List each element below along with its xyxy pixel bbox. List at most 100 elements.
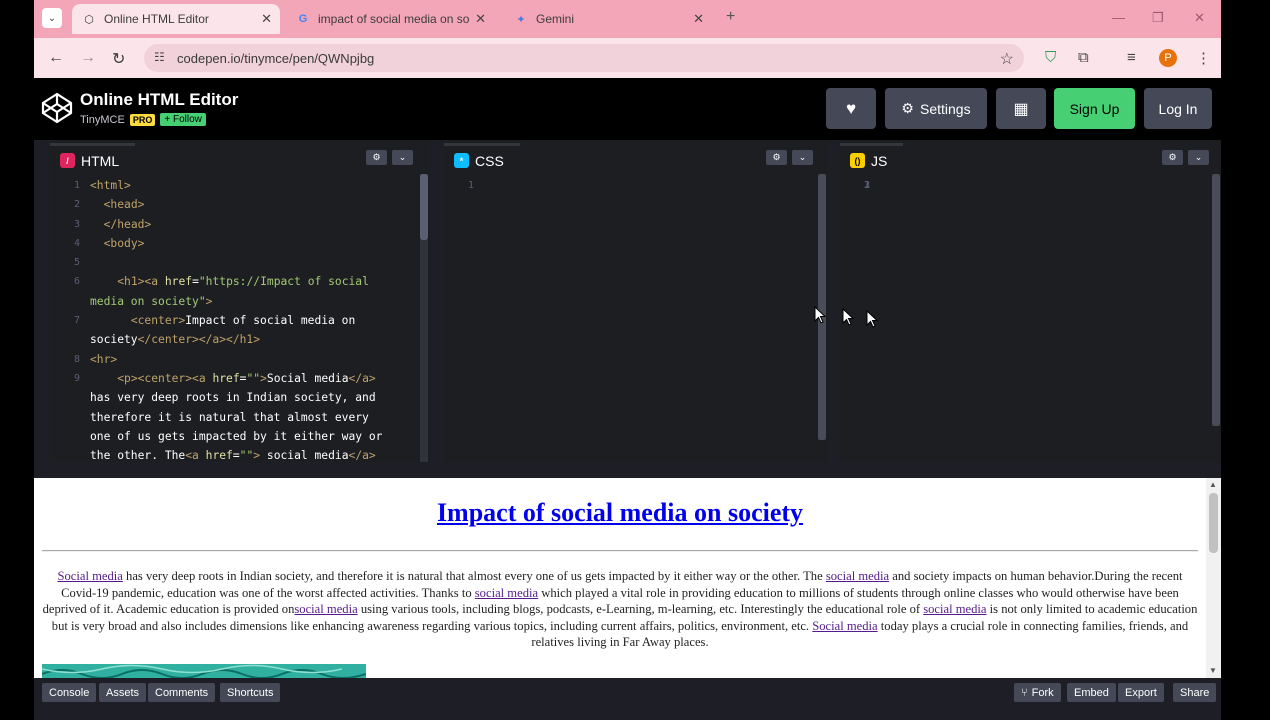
bookmark-star-icon[interactable]: ☆ — [1000, 49, 1014, 69]
forward-arrow-icon[interactable]: → — [80, 49, 96, 67]
js-code[interactable]: 1 2 3 — [840, 176, 1210, 462]
settings-button[interactable]: ⚙ Settings — [885, 88, 987, 129]
pane-collapse-chevron-icon[interactable]: ⌄ — [792, 150, 813, 165]
export-button[interactable]: Export — [1118, 683, 1164, 702]
restore-icon[interactable]: ❐ — [1152, 10, 1164, 26]
preview-frame: Impact of social media on society Social… — [34, 478, 1221, 678]
assets-button[interactable]: Assets — [99, 683, 147, 702]
tab-search-chevron-icon[interactable]: ⌄ — [42, 8, 62, 28]
css-editor-pane: * CSS ⚙ ⌄ 1 — [444, 140, 828, 462]
pro-badge: PRO — [129, 113, 156, 126]
js-scroll-thumb[interactable] — [1212, 174, 1220, 426]
preview-link[interactable]: social media — [294, 602, 357, 616]
preview-image — [42, 664, 366, 678]
media-controls-icon[interactable]: ≡ — [1127, 49, 1136, 66]
follow-button[interactable]: + Follow — [160, 113, 206, 126]
mouse-cursor-icon — [842, 308, 854, 326]
reload-icon[interactable]: ↻ — [112, 49, 125, 69]
css-lang-icon: * — [454, 153, 469, 168]
fork-icon: ⑂ — [1021, 686, 1028, 699]
js-pane-header: () JS — [840, 143, 904, 175]
google-favicon-icon: G — [298, 13, 308, 25]
browser-toolbar: ← → ↻ ☷ codepen.io/tinymce/pen/QWNpjbg ☆… — [34, 38, 1221, 78]
html-editor-scrollbar[interactable] — [420, 174, 428, 462]
html-code[interactable]: 1 <html> 2 <head> 3 </head> 4 <body> 5 6 … — [50, 176, 420, 462]
browser-window: ⌄ ⬡ Online HTML Editor ✕ G impact of soc… — [34, 0, 1221, 720]
tab-gemini[interactable]: ✦ Gemini ✕ — [504, 4, 712, 34]
scroll-down-arrow-icon[interactable]: ▼ — [1209, 666, 1217, 675]
preview-heading-link[interactable]: Impact of social media on society — [34, 498, 1206, 528]
extensions-puzzle-icon[interactable]: ⧉ — [1078, 49, 1089, 66]
owner-name[interactable]: TinyMCE — [80, 114, 125, 126]
js-pane-controls: ⚙ ⌄ — [1162, 150, 1209, 165]
html-pane-tab[interactable]: / HTML — [50, 143, 136, 175]
gear-icon: ⚙ — [901, 100, 914, 116]
tab-impact-search[interactable]: G impact of social media on soci ✕ — [286, 4, 494, 34]
address-bar[interactable]: ☷ codepen.io/tinymce/pen/QWNpjbg ☆ — [144, 44, 1024, 72]
preview-scrollbar[interactable]: ▲ ▼ — [1206, 478, 1221, 678]
pane-collapse-chevron-icon[interactable]: ⌄ — [1188, 150, 1209, 165]
html-editor-pane: / HTML ⚙ ⌄ 1 <html> 2 <head> 3 </head> 4 … — [50, 140, 430, 462]
css-pane-controls: ⚙ ⌄ — [766, 150, 813, 165]
mouse-cursor-icon — [866, 310, 878, 328]
js-editor-pane: () JS ⚙ ⌄ 1 2 3 — [840, 140, 1221, 462]
comments-button[interactable]: Comments — [148, 683, 216, 702]
css-pane-tab[interactable]: * CSS — [444, 143, 520, 175]
more-menu-icon[interactable]: ⋮ — [1196, 49, 1211, 67]
pen-owner-meta: TinyMCE PRO + Follow — [80, 113, 206, 126]
heart-icon: ♥ — [845, 98, 857, 118]
preview-divider — [42, 550, 1198, 552]
js-editor-scrollbar[interactable] — [1212, 174, 1220, 426]
url-text: codepen.io/tinymce/pen/QWNpjbg — [177, 51, 375, 66]
profile-avatar[interactable]: P — [1159, 49, 1177, 67]
codepen-header: Online HTML Editor TinyMCE PRO + Follow … — [34, 78, 1221, 140]
mouse-cursor-icon — [814, 306, 826, 324]
preview-link[interactable]: social media — [826, 569, 889, 583]
shield-extension-icon[interactable]: ⛉ — [1045, 49, 1056, 66]
console-button[interactable]: Console — [42, 683, 97, 702]
site-info-icon[interactable]: ☷ — [154, 50, 165, 64]
pane-settings-gear-icon[interactable]: ⚙ — [1162, 150, 1183, 165]
pen-title: Online HTML Editor — [80, 90, 239, 109]
preview-scroll-thumb[interactable] — [1209, 493, 1218, 553]
close-tab-icon[interactable]: ✕ — [261, 11, 272, 27]
pane-settings-gear-icon[interactable]: ⚙ — [766, 150, 787, 165]
new-tab-plus-icon[interactable]: + — [726, 8, 735, 26]
css-code[interactable]: 1 — [444, 176, 814, 462]
signup-button[interactable]: Sign Up — [1054, 88, 1135, 129]
js-lang-icon: () — [850, 153, 865, 168]
preview-link[interactable]: Social media — [57, 569, 122, 583]
html-pane-controls: ⚙ ⌄ — [366, 150, 413, 165]
shortcuts-button[interactable]: Shortcuts — [220, 683, 281, 702]
login-button[interactable]: Log In — [1144, 88, 1212, 129]
preview-link[interactable]: social media — [475, 586, 538, 600]
scroll-up-arrow-icon[interactable]: ▲ — [1209, 480, 1217, 489]
bottom-bar: Console Assets Comments Shortcuts ⑂ Fork… — [34, 678, 1221, 706]
pane-settings-gear-icon[interactable]: ⚙ — [366, 150, 387, 165]
layout-grid-icon: ▦ — [1013, 100, 1029, 118]
html-scroll-thumb[interactable] — [420, 174, 428, 240]
embed-button[interactable]: Embed — [1067, 683, 1116, 702]
fork-button[interactable]: ⑂ Fork — [1014, 683, 1061, 702]
minimize-icon[interactable]: — — [1112, 10, 1125, 25]
gemini-favicon-icon: ✦ — [516, 13, 526, 26]
codepen-favicon-icon: ⬡ — [84, 13, 94, 26]
html-pane-header: / HTML — [50, 143, 136, 175]
screen: ⌄ ⬡ Online HTML Editor ✕ G impact of soc… — [0, 0, 1270, 720]
preview-link[interactable]: Social media — [812, 619, 877, 633]
tab-online-html-editor[interactable]: ⬡ Online HTML Editor ✕ — [72, 4, 280, 34]
preview-paragraph: Social media has very deep roots in Indi… — [42, 569, 1198, 650]
preview-link[interactable]: social media — [923, 602, 986, 616]
pane-collapse-chevron-icon[interactable]: ⌄ — [392, 150, 413, 165]
js-pane-tab[interactable]: () JS — [840, 143, 904, 175]
codepen-logo-icon[interactable] — [40, 91, 74, 125]
css-pane-header: * CSS — [444, 143, 520, 175]
close-tab-icon[interactable]: ✕ — [693, 11, 704, 27]
close-tab-icon[interactable]: ✕ — [475, 11, 486, 27]
share-button[interactable]: Share — [1173, 683, 1217, 702]
back-arrow-icon[interactable]: ← — [48, 49, 64, 67]
preview-image-pattern — [42, 664, 366, 678]
layout-button[interactable]: ▦ — [996, 88, 1046, 129]
close-window-icon[interactable]: ✕ — [1194, 10, 1205, 26]
love-button[interactable]: ♥ — [826, 88, 876, 129]
